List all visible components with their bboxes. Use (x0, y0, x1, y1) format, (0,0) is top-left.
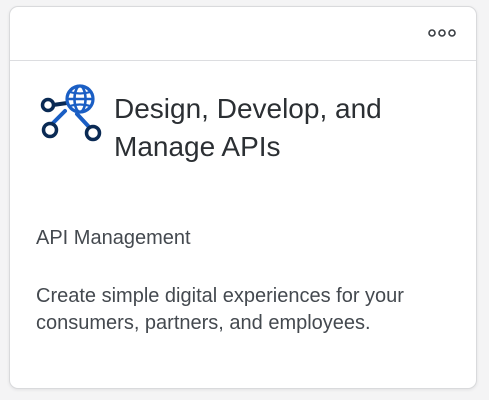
card-title: Design, Develop, and Manage APIs (114, 93, 382, 162)
card-description: Create simple digital experiences for yo… (36, 285, 404, 334)
more-options-icon (428, 29, 456, 37)
more-options-button[interactable] (426, 21, 458, 45)
card-header (10, 7, 476, 61)
api-card[interactable]: Design, Develop, and Manage APIs API Man… (9, 6, 477, 389)
api-network-globe-icon (40, 84, 102, 142)
card-subtitle: API Management (36, 227, 191, 249)
